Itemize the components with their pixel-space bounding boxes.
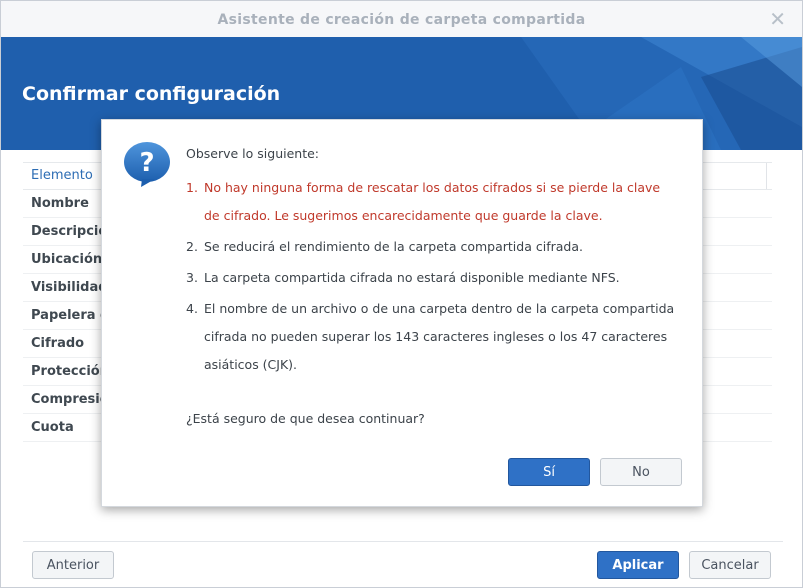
back-button[interactable]: Anterior (32, 551, 114, 579)
row-label: Cifrado (31, 336, 85, 351)
title-bar: Asistente de creación de carpeta compart… (1, 1, 802, 37)
apply-button[interactable]: Aplicar (597, 551, 679, 579)
column-header-element[interactable]: Elemento (31, 168, 93, 183)
list-item: 2. Se reducirá el rendimiento de la carpe… (186, 239, 583, 254)
confirm-question: ¿Está seguro de que desea continuar? (186, 411, 425, 426)
row-label: Compresió (31, 392, 109, 407)
list-item: 3. La carpeta compartida cifrada no estar… (186, 270, 620, 285)
no-button[interactable]: No (600, 458, 682, 486)
question-icon: ? (122, 140, 172, 192)
dialog-intro: Observe lo siguiente: (186, 146, 320, 161)
list-item: 1. No hay ninguna forma de rescatar los d… (186, 180, 661, 223)
yes-button[interactable]: Sí (508, 458, 590, 486)
row-label: Papelera d (31, 308, 110, 323)
row-label: Descripció (31, 224, 108, 239)
column-divider (766, 163, 767, 189)
row-label: Ubicación (31, 252, 103, 267)
close-icon[interactable]: ✕ (769, 7, 786, 31)
row-label: Cuota (31, 420, 74, 435)
row-label: Nombre (31, 196, 89, 211)
row-label: Protección (31, 364, 109, 379)
notice-list: 1. No hay ninguna forma de rescatar los d… (186, 174, 676, 382)
window-title: Asistente de creación de carpeta compart… (217, 12, 586, 28)
svg-text:?: ? (139, 148, 154, 178)
cancel-button[interactable]: Cancelar (689, 551, 771, 579)
row-label: Visibilidad (31, 280, 108, 295)
page-title: Confirmar configuración (22, 83, 281, 105)
confirm-dialog: ? Observe lo siguiente: 1. No hay ninguna… (101, 119, 703, 507)
list-item: 4. El nombre de un archivo o de una carpe… (186, 301, 675, 372)
footer-divider (23, 541, 783, 542)
